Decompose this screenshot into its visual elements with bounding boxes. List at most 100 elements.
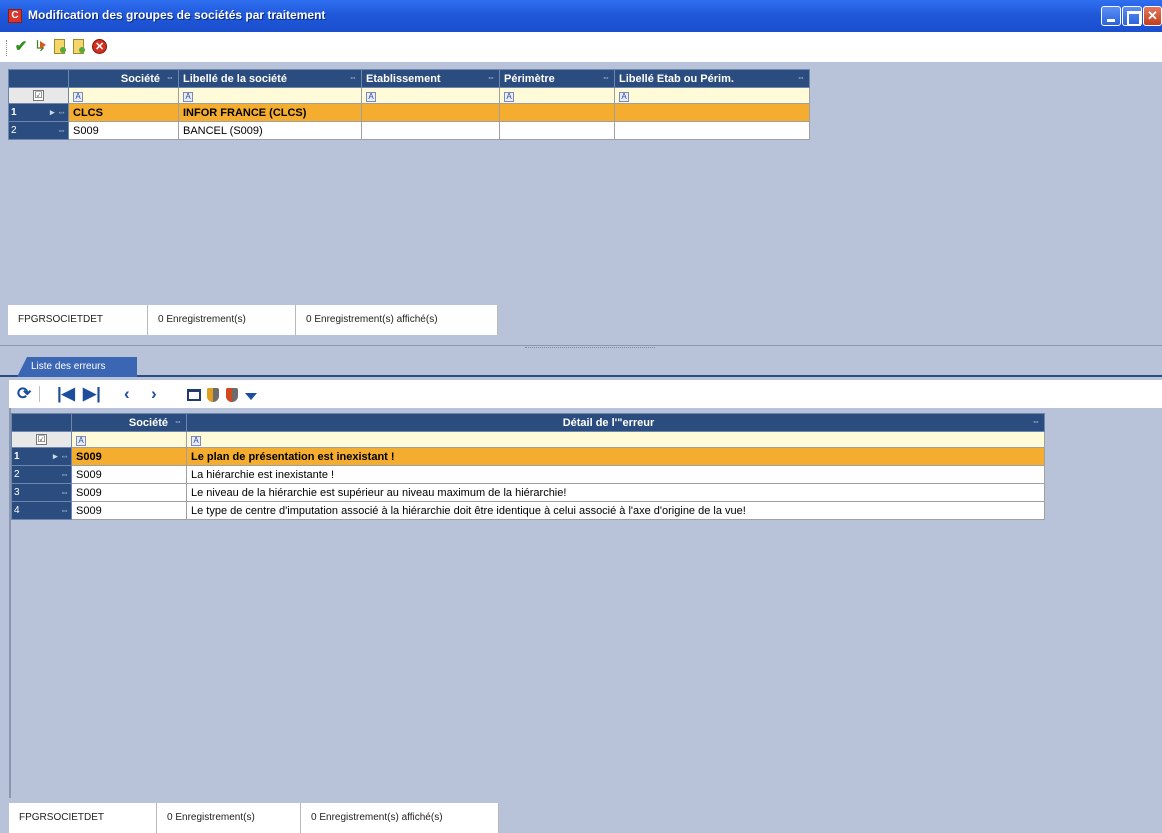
table-row[interactable]: 1 ▸ ⇔ S009 Le plan de présentation est in…	[11, 447, 1045, 466]
row-marker-icon: ⇔	[60, 469, 69, 479]
window-title-bar[interactable]: C Modification des groupes de sociétés p…	[0, 0, 1162, 32]
select-all-checkbox[interactable]: ☑	[8, 87, 69, 104]
tab-liste-erreurs[interactable]: Liste des erreurs	[17, 357, 137, 377]
toolbar-grip[interactable]	[6, 40, 9, 56]
top-panel: Société ⇔ Libellé de la société ⇔ Etabliss…	[0, 62, 1162, 345]
stop-icon[interactable]	[92, 39, 107, 55]
filter-row: ☑ A A A A A	[8, 87, 810, 104]
close-window-button[interactable]	[1143, 6, 1162, 26]
shield-alert-icon[interactable]	[226, 388, 238, 402]
row-header[interactable]: 1 ▸ ⇔	[11, 447, 72, 466]
cell-etab[interactable]	[361, 103, 500, 122]
cell-detail[interactable]: Le type de centre d'imputation associé à…	[186, 501, 1045, 520]
splitter-grip[interactable]	[525, 347, 655, 349]
column-header-etablissement[interactable]: Etablissement ⇔	[361, 69, 500, 88]
cell-libelle[interactable]: BANCEL (S009)	[178, 121, 362, 140]
column-pin-icon[interactable]: ⇔	[1032, 417, 1040, 426]
column-header-libelle-etab[interactable]: Libellé Etab ou Périm. ⇔	[614, 69, 810, 88]
status-table-name: FPGRSOCIETDET	[9, 803, 157, 833]
tab-bar: Liste des erreurs	[0, 351, 1162, 377]
validate-check-icon[interactable]: ✔	[13, 39, 29, 55]
window-title: Modification des groupes de sociétés par…	[28, 8, 326, 22]
last-record-icon[interactable]: ▶|	[83, 384, 101, 404]
current-row-arrow-icon: ▸ ⇔	[49, 107, 66, 117]
row-header[interactable]: 1 ▸ ⇔	[8, 103, 69, 122]
filter-icon[interactable]: A	[619, 91, 629, 102]
row-header[interactable]: 4 ⇔	[11, 501, 72, 520]
filter-cell-libelle[interactable]: A	[178, 87, 362, 104]
cell-detail[interactable]: Le niveau de la hiérarchie est supérieur…	[186, 483, 1045, 502]
filter-cell-etab[interactable]: A	[361, 87, 500, 104]
filter-cell-societe[interactable]: A	[71, 431, 187, 448]
cell-detail[interactable]: La hiérarchie est inexistante !	[186, 465, 1045, 484]
column-pin-icon[interactable]: ⇔	[797, 73, 805, 82]
cell-societe[interactable]: S009	[71, 501, 187, 520]
table-row[interactable]: 1 ▸ ⇔ CLCS INFOR FRANCE (CLCS)	[8, 103, 810, 122]
refresh-icon[interactable]: ⟳	[17, 384, 31, 404]
filter-cell-societe[interactable]: A	[68, 87, 179, 104]
cell-perimetre[interactable]	[499, 121, 615, 140]
bottom-status-bar: FPGRSOCIETDET 0 Enregistrement(s) 0 Enre…	[9, 803, 499, 833]
cell-libelle-etab[interactable]	[614, 121, 810, 140]
cell-detail[interactable]: Le plan de présentation est inexistant !	[186, 447, 1045, 466]
chevron-down-icon[interactable]	[245, 393, 257, 400]
maximize-button[interactable]	[1122, 6, 1142, 26]
filter-icon[interactable]: A	[504, 91, 514, 102]
column-header-societe[interactable]: Société ⇔	[68, 69, 179, 88]
filter-icon[interactable]: A	[73, 91, 83, 102]
cell-perimetre[interactable]	[499, 103, 615, 122]
row-header[interactable]: 2 ⇔	[8, 121, 69, 140]
cell-societe[interactable]: S009	[71, 447, 187, 466]
column-pin-icon[interactable]: ⇔	[174, 417, 182, 426]
errors-grid: Société ⇔ Détail de l'"erreur ⇔ ☑ A A 1 ▸ ⇔…	[11, 413, 1045, 520]
column-pin-icon[interactable]: ⇔	[487, 73, 495, 82]
window-view-icon[interactable]	[187, 389, 201, 401]
cell-etab[interactable]	[361, 121, 500, 140]
filter-cell-perimetre[interactable]: A	[499, 87, 615, 104]
grid-header-row: Société ⇔ Libellé de la société ⇔ Etabliss…	[8, 69, 810, 88]
cell-societe[interactable]: S009	[68, 121, 179, 140]
cell-libelle-etab[interactable]	[614, 103, 810, 122]
filter-icon[interactable]: A	[191, 435, 201, 446]
row-header[interactable]: 2 ⇔	[11, 465, 72, 484]
cell-libelle[interactable]: INFOR FRANCE (CLCS)	[178, 103, 362, 122]
column-header-societe[interactable]: Société ⇔	[71, 413, 187, 432]
table-row[interactable]: 4 ⇔ S009 Le type de centre d'imputation a…	[11, 501, 1045, 520]
filter-cell-libelle-etab[interactable]: A	[614, 87, 810, 104]
minimize-button[interactable]	[1101, 6, 1121, 26]
filter-icon[interactable]: A	[366, 91, 376, 102]
cell-societe[interactable]: S009	[71, 483, 187, 502]
societes-grid: Société ⇔ Libellé de la société ⇔ Etabliss…	[8, 69, 810, 140]
import-doc-icon[interactable]	[73, 39, 85, 54]
column-header-perimetre[interactable]: Périmètre ⇔	[499, 69, 615, 88]
status-displayed: 0 Enregistrement(s) affiché(s)	[296, 305, 498, 335]
filter-cell-detail[interactable]: A	[186, 431, 1045, 448]
run-icon[interactable]: ↳	[32, 39, 48, 55]
shield-icon[interactable]	[207, 388, 219, 402]
table-row[interactable]: 2 ⇔ S009 La hiérarchie est inexistante !	[11, 465, 1045, 484]
column-pin-icon[interactable]: ⇔	[166, 73, 174, 82]
main-toolbar: ✔ ↳	[0, 32, 1162, 62]
next-record-icon[interactable]: ›	[151, 384, 157, 404]
first-record-icon[interactable]: |◀	[57, 384, 75, 404]
row-header[interactable]: 3 ⇔	[11, 483, 72, 502]
filter-icon[interactable]: A	[76, 435, 86, 446]
checkbox-icon[interactable]: ☑	[33, 90, 44, 101]
row-marker-icon: ⇔	[60, 505, 69, 515]
column-pin-icon[interactable]: ⇔	[349, 73, 357, 82]
column-header-detail-erreur[interactable]: Détail de l'"erreur ⇔	[186, 413, 1045, 432]
current-row-arrow-icon: ▸ ⇔	[52, 451, 69, 461]
filter-icon[interactable]: A	[183, 91, 193, 102]
grid-corner	[11, 413, 72, 432]
column-header-libelle-societe[interactable]: Libellé de la société ⇔	[178, 69, 362, 88]
cell-societe[interactable]: CLCS	[68, 103, 179, 122]
table-row[interactable]: 3 ⇔ S009 Le niveau de la hiérarchie est s…	[11, 483, 1045, 502]
top-status-bar: FPGRSOCIETDET 0 Enregistrement(s) 0 Enre…	[8, 305, 498, 335]
export-doc-icon[interactable]	[54, 39, 66, 54]
table-row[interactable]: 2 ⇔ S009 BANCEL (S009)	[8, 121, 810, 140]
checkbox-icon[interactable]: ☑	[36, 434, 47, 445]
select-all-checkbox[interactable]: ☑	[11, 431, 72, 448]
column-pin-icon[interactable]: ⇔	[602, 73, 610, 82]
previous-record-icon[interactable]: ‹	[124, 384, 130, 404]
cell-societe[interactable]: S009	[71, 465, 187, 484]
